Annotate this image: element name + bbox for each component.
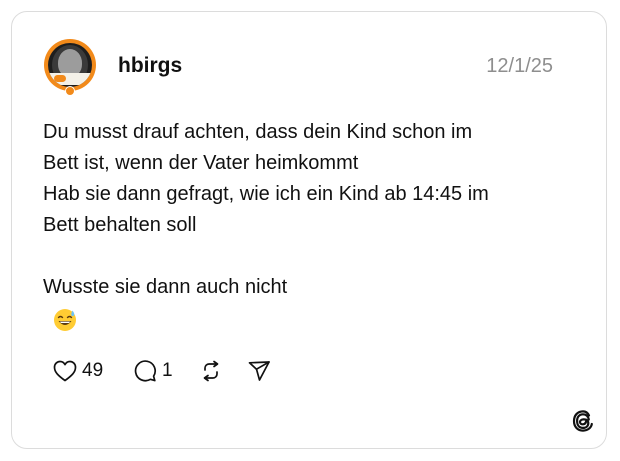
post-date: 12/1/25: [486, 55, 553, 77]
reply-button[interactable]: 1: [133, 358, 173, 384]
post-text: Du musst drauf achten, dass dein Kind sc…: [43, 121, 489, 298]
grinning-face-with-sweat-emoji: [54, 309, 76, 331]
avatar-photo: [48, 43, 92, 87]
repost-button[interactable]: [199, 358, 223, 384]
repost-icon: [203, 360, 219, 382]
reply-count: 1: [162, 360, 173, 381]
avatar[interactable]: [44, 39, 96, 91]
post-card: hbirgs 12/1/25 Du musst drauf achten, da…: [11, 11, 607, 449]
comment-icon: [134, 360, 156, 382]
like-count: 49: [82, 360, 104, 381]
avatar-badge: [65, 86, 75, 96]
share-button[interactable]: [247, 358, 271, 384]
heart-icon: [53, 360, 77, 382]
threads-logo-icon[interactable]: [570, 408, 596, 434]
share-icon: [248, 361, 270, 381]
like-button[interactable]: 49: [53, 358, 103, 384]
username[interactable]: hbirgs: [118, 54, 182, 78]
